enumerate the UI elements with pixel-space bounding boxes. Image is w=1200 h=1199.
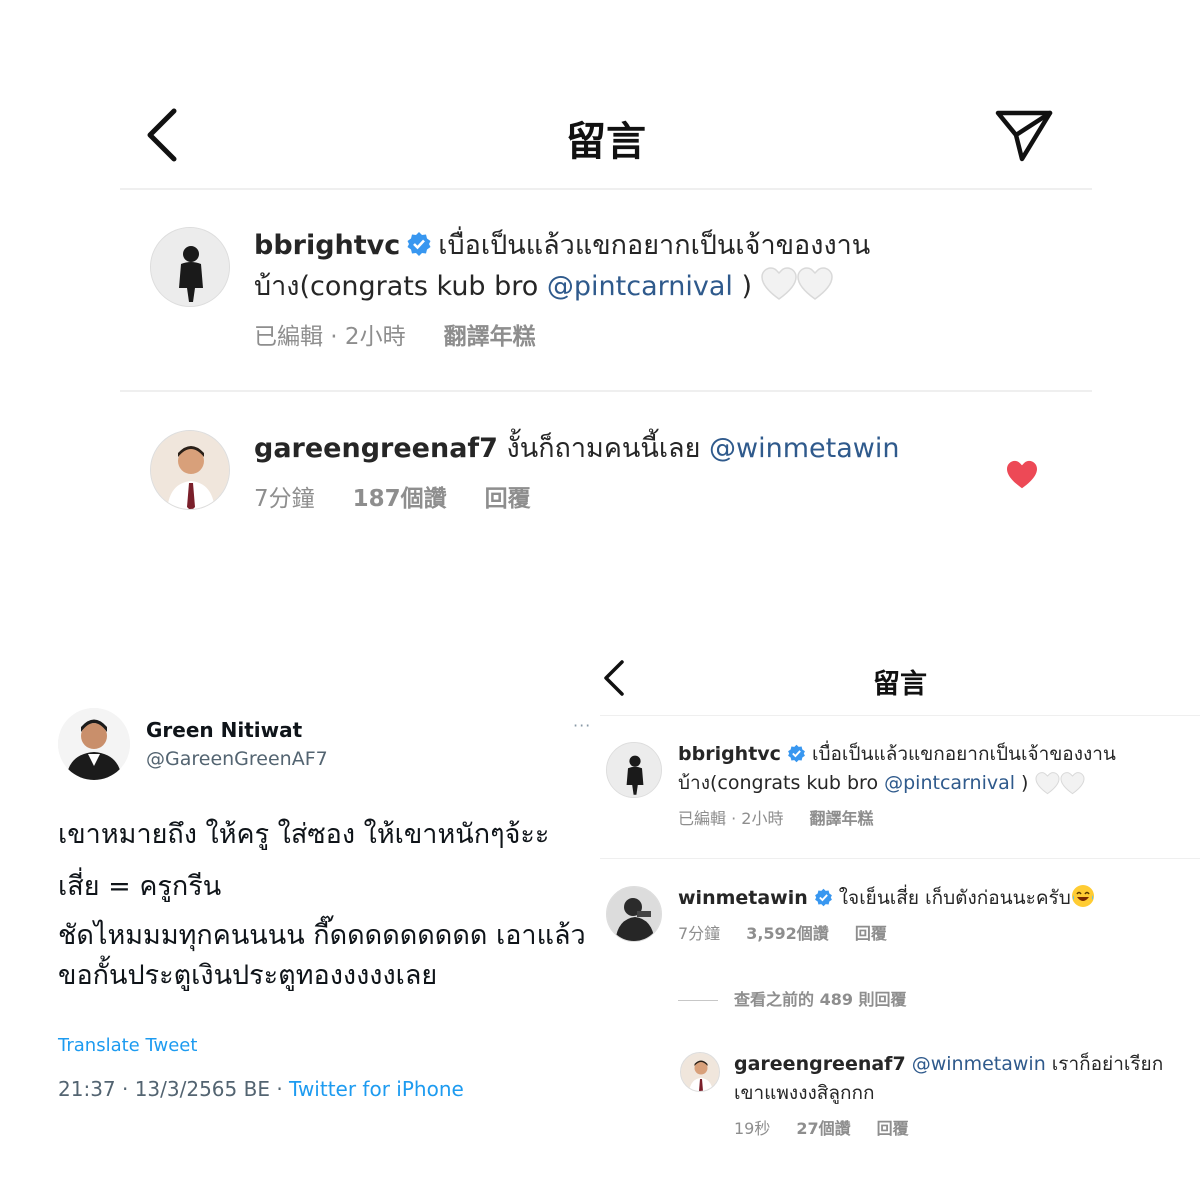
likes-count[interactable]: 27個讚: [796, 1114, 850, 1143]
white-heart-icon: [1060, 772, 1085, 795]
tweet-line: เขาหมายถึง ให้ครู ใส่ซอง ให้เขาหนักๆจ้ะะ: [58, 819, 550, 850]
reply-item: gareengreenaf7 @winmetawin เราก็อย่าเรีย…: [680, 1050, 1190, 1160]
tweet-author-handle[interactable]: @GareenGreenAF7: [146, 748, 328, 770]
comment-meta: 已編輯 · 2小時 翻譯年糕: [254, 317, 992, 358]
translate-button[interactable]: 翻譯年糕: [809, 804, 873, 833]
tweet-meta: 21:37 · 13/3/2565 BE · Twitter for iPhon…: [58, 1077, 464, 1101]
view-previous-replies[interactable]: 查看之前的 489 則回覆: [678, 986, 907, 1010]
reply-button[interactable]: 回覆: [485, 479, 531, 520]
comment-item: bbrightvc เบื่อเป็นแล้วแขกอยากเป็นเจ้าของ…: [120, 225, 1092, 385]
verified-badge-icon: [407, 232, 431, 256]
reply-username[interactable]: gareengreenaf7: [734, 1053, 906, 1075]
divider: [600, 858, 1200, 859]
tweet-text: เขาหมายถึง ให้ครู ใส่ซอง ให้เขาหนักๆจ้ะะ…: [58, 812, 598, 1002]
tweet-source-link[interactable]: Twitter for iPhone: [289, 1077, 464, 1101]
tweet-line: ชัดไหมมมทุกคนนนน กี๊ดดดดดดดดด เอาแล้ว ขอ…: [58, 920, 586, 991]
avatar[interactable]: [58, 708, 130, 780]
comment-time: 7分鐘: [254, 486, 315, 512]
comment-text-end: ): [732, 271, 753, 302]
mention-link[interactable]: @pintcarnival: [884, 772, 1015, 794]
edited-time: 已編輯 · 2小時: [678, 809, 784, 828]
reply-body: gareengreenaf7 @winmetawin เราก็อย่าเรีย…: [734, 1050, 1190, 1143]
comment-body: winmetawin ใจเย็นเสี่ย เก็บตังก่อนนะครับ …: [678, 884, 1180, 948]
comment-text: งั้นก็ถามคนนี้เลย: [506, 433, 709, 464]
avatar[interactable]: [150, 227, 230, 307]
comment-meta: 7分鐘 187個讚 回覆: [254, 479, 992, 520]
verified-badge-icon: [788, 744, 805, 763]
avatar[interactable]: [680, 1052, 720, 1092]
comment-body: bbrightvc เบื่อเป็นแล้วแขกอยากเป็นเจ้าของ…: [254, 225, 992, 358]
translate-button[interactable]: 翻譯年糕: [444, 317, 536, 358]
comment-username[interactable]: gareengreenaf7: [254, 433, 498, 464]
comment-body: bbrightvc เบื่อเป็นแล้วแขกอยากเป็นเจ้าของ…: [678, 740, 1180, 833]
likes-count[interactable]: 187個讚: [353, 479, 447, 520]
view-previous-label[interactable]: 查看之前的 489 則回覆: [734, 990, 907, 1009]
comment-item: gareengreenaf7 งั้นก็ถามคนนี้เลย @winmet…: [120, 428, 1092, 528]
divider: [120, 390, 1092, 392]
comment-meta: 已編輯 · 2小時 翻譯年糕: [678, 804, 1180, 833]
reply-button[interactable]: 回覆: [855, 919, 887, 948]
reply-meta: 19秒 27個讚 回覆: [734, 1114, 1190, 1143]
edited-time: 已編輯 · 2小時: [254, 324, 406, 350]
avatar[interactable]: [606, 886, 662, 942]
white-heart-icon: [796, 267, 833, 300]
comment-item: bbrightvc เบื่อเป็นแล้วแขกอยากเป็นเจ้าของ…: [600, 740, 1200, 850]
likes-count[interactable]: 3,592個讚: [746, 919, 829, 948]
comment-username[interactable]: bbrightvc: [254, 230, 400, 261]
tweet-line: เสี่ย = ครูกรีน: [58, 871, 222, 902]
comments-header: 留言: [120, 95, 1092, 190]
comment-username[interactable]: winmetawin: [678, 887, 808, 909]
comment-text: ใจเย็นเสี่ย เก็บตังก่อนนะครับ: [838, 887, 1071, 909]
tweet-author-name[interactable]: Green Nitiwat: [146, 718, 302, 742]
liked-heart-icon[interactable]: [1006, 460, 1038, 490]
mention-link[interactable]: @pintcarnival: [547, 271, 733, 302]
comment-body: gareengreenaf7 งั้นก็ถามคนนี้เลย @winmet…: [254, 428, 992, 520]
mention-link[interactable]: @winmetawin: [709, 433, 899, 464]
tweet-timestamp[interactable]: 21:37 · 13/3/2565 BE ·: [58, 1077, 289, 1101]
more-options-icon[interactable]: ···: [573, 716, 591, 735]
reply-time: 19秒: [734, 1119, 771, 1138]
comment-item: winmetawin ใจเย็นเสี่ย เก็บตังก่อนนะครับ …: [600, 884, 1200, 964]
comment-meta: 7分鐘 3,592個讚 回覆: [678, 919, 1180, 948]
verified-badge-icon: [814, 888, 832, 907]
white-heart-icon: [760, 267, 797, 300]
mention-link[interactable]: @winmetawin: [912, 1053, 1046, 1075]
comments-header: 留言: [600, 640, 1200, 716]
avatar[interactable]: [606, 742, 662, 798]
instagram-comments-panel-large: 留言 bbrightvc เบื่อเป็นแล้วแขกอยากเป็นเจ้า…: [0, 0, 1200, 600]
laughing-emoji-icon: [1071, 885, 1094, 907]
translate-tweet-link[interactable]: Translate Tweet: [58, 1035, 197, 1056]
instagram-comments-panel-small: 留言 bbrightvc เบื่อเป็นแล้วแขกอยากเป็นเจ้า…: [600, 640, 1200, 1199]
page-title: 留言: [566, 119, 646, 165]
send-icon[interactable]: [994, 107, 1054, 163]
white-heart-icon: [1035, 772, 1060, 795]
replies-line: [678, 1000, 718, 1001]
reply-button[interactable]: 回覆: [877, 1114, 909, 1143]
comment-time: 7分鐘: [678, 924, 721, 943]
comment-text-end: ): [1015, 772, 1029, 794]
comment-username[interactable]: bbrightvc: [678, 743, 781, 765]
page-title: 留言: [873, 669, 927, 700]
avatar[interactable]: [150, 430, 230, 510]
